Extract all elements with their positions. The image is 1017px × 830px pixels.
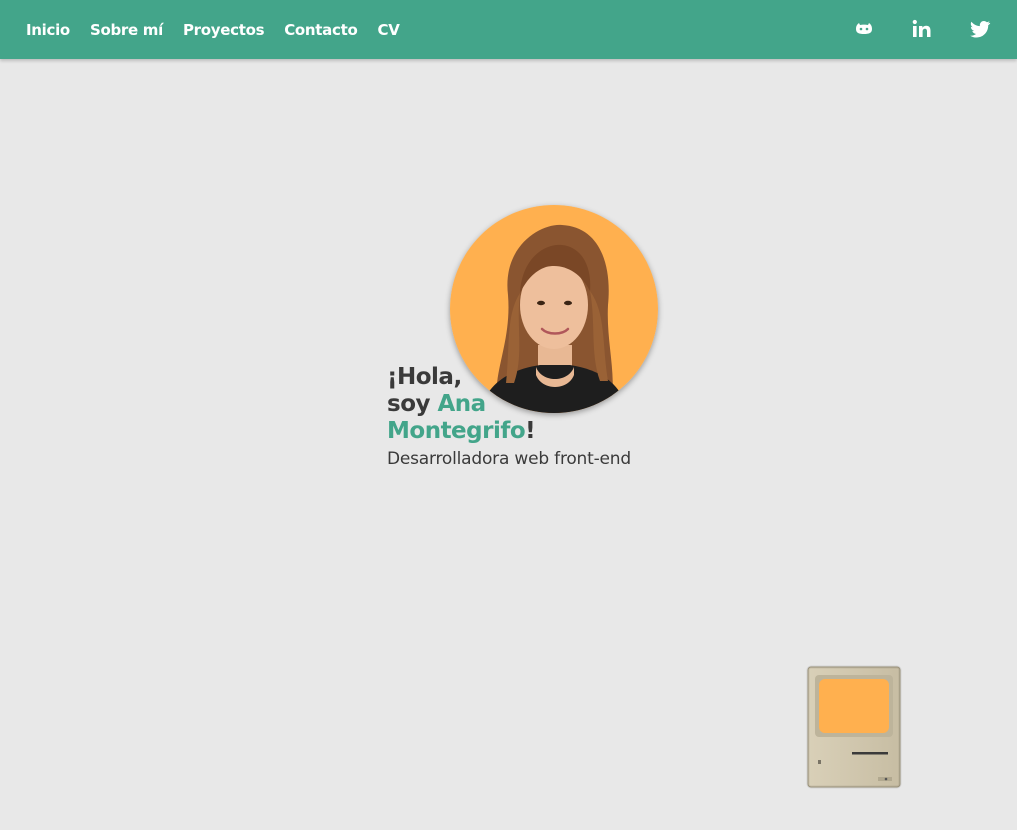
retro-computer-image [806, 665, 902, 789]
name-last: Montegrifo [387, 418, 526, 444]
greeting-exclaim: ! [525, 418, 536, 444]
hero-subtitle: Desarrolladora web front-end [387, 449, 631, 469]
hero-greeting: ¡Hola, soy Ana Montegrifo! [387, 364, 536, 445]
name-first: Ana [437, 391, 487, 417]
hero-section: ¡Hola, soy Ana Montegrifo! Desarrollador… [0, 0, 1017, 830]
greeting-soy: soy [387, 391, 438, 417]
greeting-line1: ¡Hola, [387, 364, 462, 390]
macintosh-icon [806, 665, 902, 789]
